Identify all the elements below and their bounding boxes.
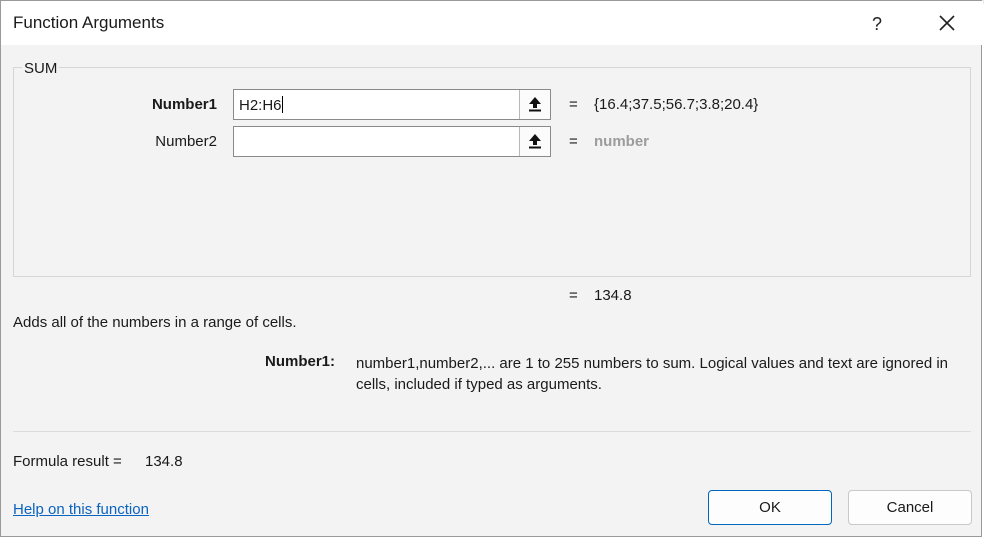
arg-input-number1[interactable]: H2:H6	[233, 89, 551, 120]
title-bar: Function Arguments ?	[1, 1, 983, 45]
arg-label-number2: Number2	[155, 133, 217, 150]
text-caret	[281, 96, 283, 113]
close-button[interactable]	[927, 7, 967, 41]
function-result-value: 134.8	[594, 287, 632, 304]
ok-button[interactable]: OK	[708, 490, 832, 525]
cancel-button[interactable]: Cancel	[848, 490, 972, 525]
help-icon: ?	[871, 13, 882, 34]
function-arguments-dialog: Function Arguments ? SUM Number1 H2:H6 =…	[0, 0, 983, 537]
collapse-dialog-icon	[529, 97, 541, 112]
separator	[13, 431, 971, 432]
collapse-dialog-icon	[529, 134, 541, 149]
arg-equals-number1: =	[569, 96, 578, 113]
function-name: SUM	[22, 60, 60, 77]
help-button[interactable]: ?	[857, 7, 897, 41]
collapse-dialog-button-number2[interactable]	[519, 127, 550, 156]
formula-result-value: 134.8	[145, 453, 183, 470]
formula-result-label: Formula result =	[13, 453, 122, 470]
arg-input-number1-value: H2:H6	[239, 97, 282, 114]
arg-input-number2[interactable]	[233, 126, 551, 157]
help-on-function-link[interactable]: Help on this function	[13, 501, 149, 518]
arg-value-number1: {16.4;37.5;56.7;3.8;20.4}	[594, 96, 759, 113]
collapse-dialog-button-number1[interactable]	[519, 90, 550, 119]
arg-label-number1: Number1	[151, 96, 217, 113]
arg-value-number2: number	[594, 133, 650, 150]
result-equals: =	[569, 287, 578, 304]
function-description: Adds all of the numbers in a range of ce…	[13, 314, 297, 331]
argument-help-label: Number1:	[265, 353, 336, 370]
arg-equals-number2: =	[569, 133, 578, 150]
dialog-title: Function Arguments	[13, 13, 165, 32]
argument-help-text: number1,number2,... are 1 to 255 numbers…	[356, 355, 949, 393]
close-icon	[939, 10, 955, 38]
